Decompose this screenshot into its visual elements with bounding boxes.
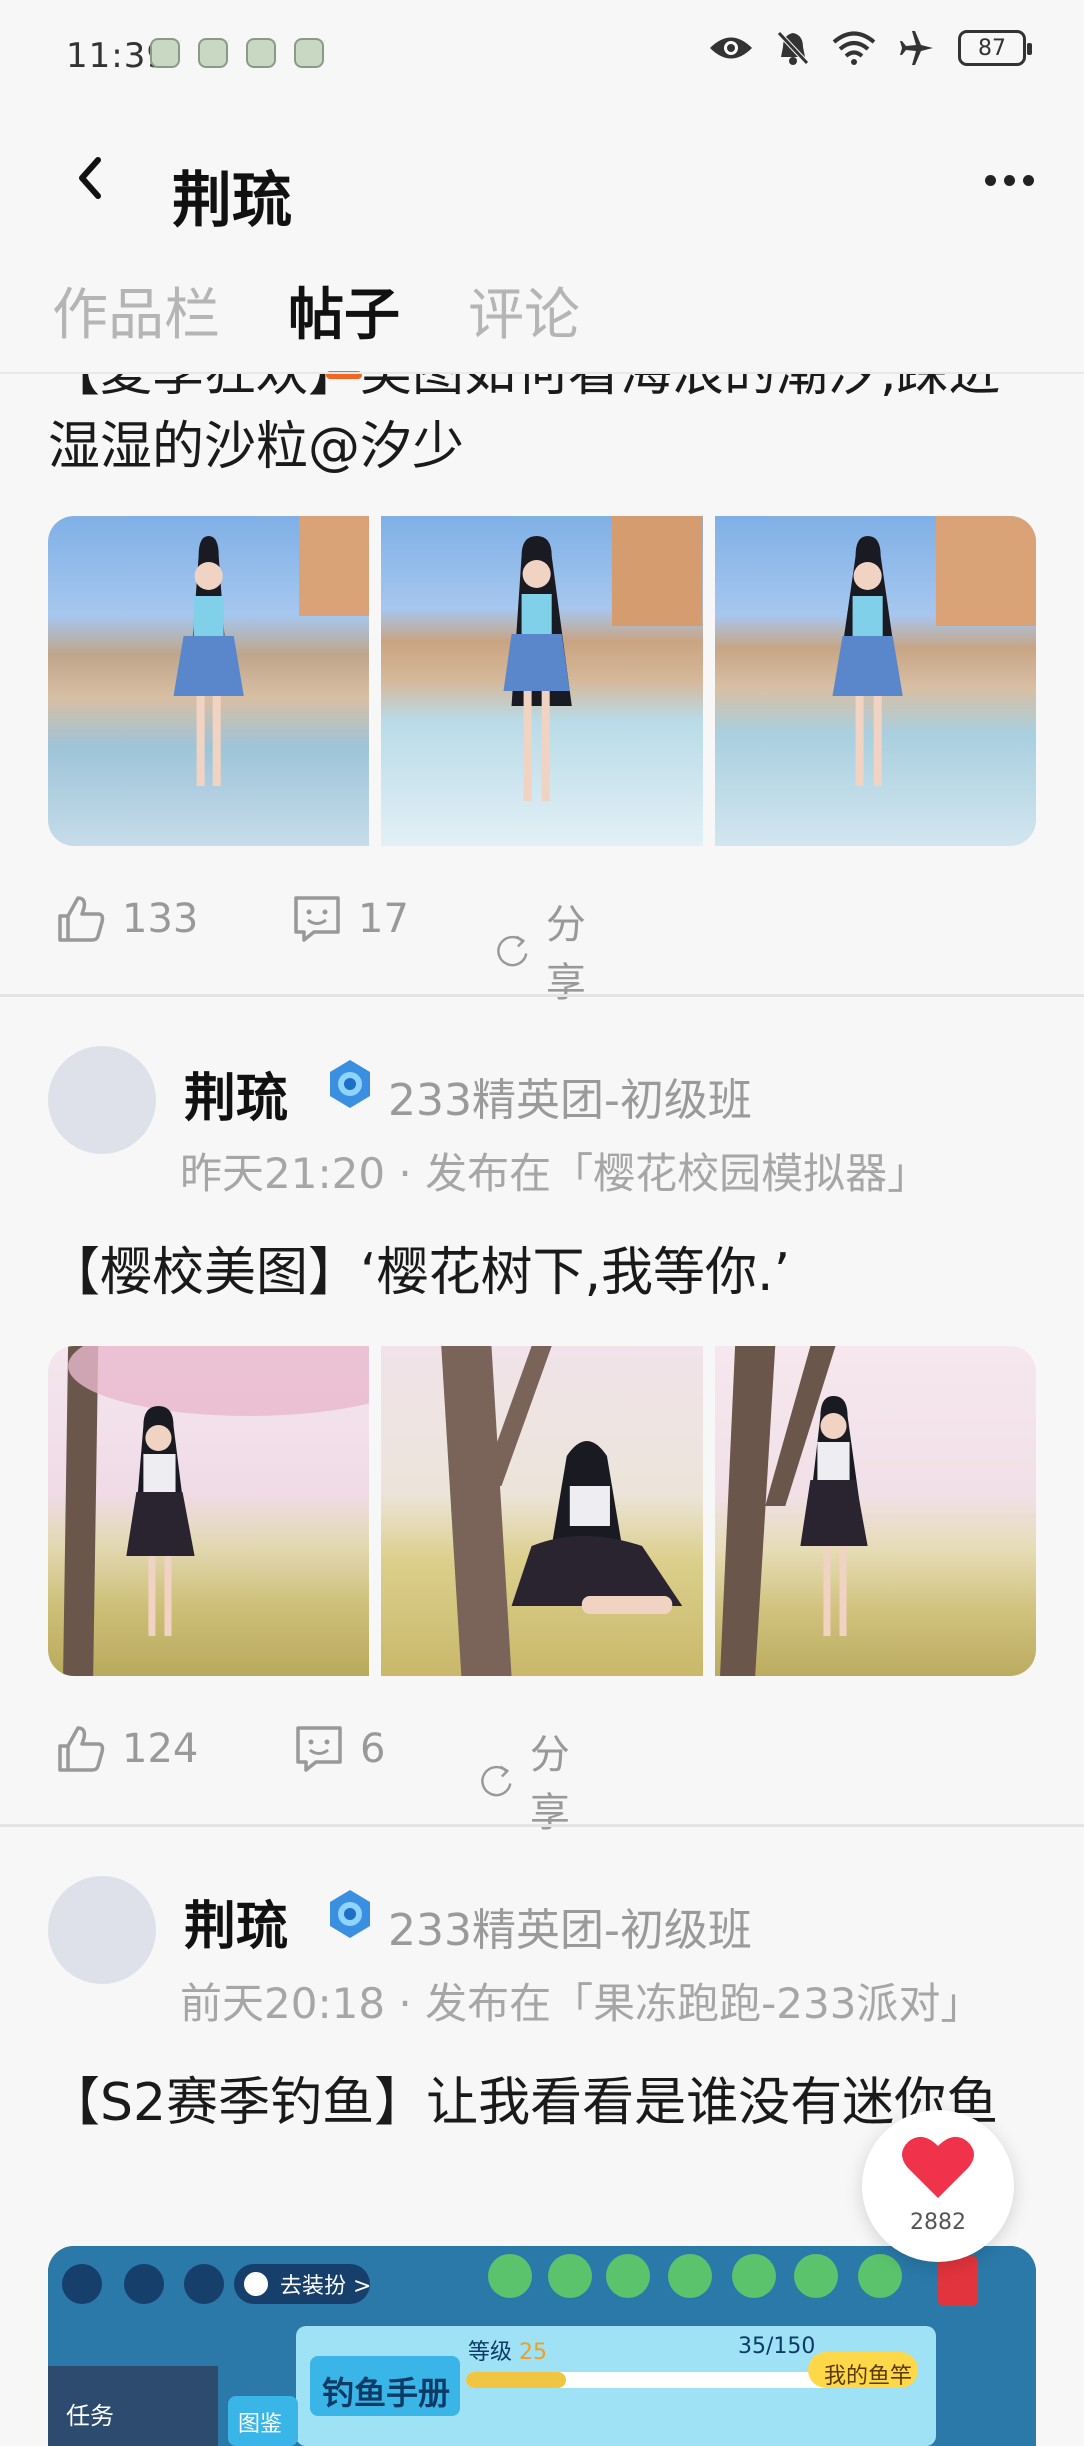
page-title: 荆琉 <box>172 166 292 236</box>
status-bar: 11:39 87 <box>0 0 1084 110</box>
post-image[interactable] <box>48 516 370 846</box>
chevron-left-icon <box>79 157 101 199</box>
airplane-icon <box>900 31 933 65</box>
author-name[interactable]: 荆琉 <box>184 1884 288 1959</box>
notification-icons <box>150 38 324 68</box>
post-meta[interactable]: 昨天21:20 · 发布在「樱花校园模拟器」 <box>180 1140 929 1201</box>
post-image[interactable] <box>714 516 1036 846</box>
tab-bar: 作品栏 帖子 评论 <box>52 270 648 379</box>
author-name[interactable]: 荆琉 <box>184 1056 288 1131</box>
app-notif-icon <box>246 38 276 68</box>
tab-posts[interactable]: 帖子 <box>288 270 400 379</box>
tab-works[interactable]: 作品栏 <box>52 270 220 351</box>
share-label: 分享 <box>545 902 586 1006</box>
post-image[interactable] <box>714 1346 1036 1676</box>
post-image-row <box>48 516 1036 846</box>
share-button[interactable]: 分享 <box>478 1722 586 1838</box>
avatar[interactable] <box>48 1046 156 1154</box>
floating-like-count: 2882 <box>910 2210 966 2235</box>
thumbs-up-icon <box>58 1726 105 1772</box>
post-meta[interactable]: 前天20:18 · 发布在「果冻跑跑-233派对」 <box>180 1970 982 2031</box>
more-button[interactable] <box>974 160 1044 200</box>
post-image[interactable] <box>381 516 703 846</box>
post-feed[interactable]: 【夏季狂欢】美图如何看海浪的潮汐,踩进湿湿的沙粒@汐少 133 17 分享 荆琉… <box>0 374 1084 2412</box>
header: 荆琉 <box>0 120 1084 240</box>
app-notif-icon <box>150 38 180 68</box>
post-image-row <box>48 1346 1036 1676</box>
avatar[interactable] <box>48 1876 156 1984</box>
share-icon <box>481 1765 512 1797</box>
share-button[interactable]: 分享 <box>494 892 602 1008</box>
post-image[interactable] <box>381 1346 703 1676</box>
more-dots-icon <box>984 174 996 186</box>
comment-icon <box>294 896 340 942</box>
game-handbook-title: 钓鱼手册 <box>322 2374 451 2412</box>
comment-button[interactable]: 6 <box>292 1722 385 1776</box>
battery-indicator: 87 <box>958 30 1032 66</box>
post-image[interactable] <box>48 1346 370 1676</box>
post-divider <box>0 994 1084 997</box>
game-level-label: 等级 25 <box>468 2340 548 2365</box>
app-notif-icon <box>198 38 228 68</box>
post-divider <box>0 1824 1084 1827</box>
like-count: 124 <box>122 1726 199 1772</box>
bell-off-icon <box>777 31 809 65</box>
badge-text: 233精英团-初级班 <box>388 1075 752 1126</box>
share-label: 分享 <box>529 1732 570 1836</box>
comment-button[interactable]: 17 <box>290 892 409 946</box>
back-button[interactable] <box>62 148 122 208</box>
badge-text: 233精英团-初级班 <box>388 1905 752 1956</box>
thumbs-up-icon <box>58 896 105 942</box>
game-task: 任务 <box>66 2402 114 2430</box>
badge-icon <box>330 1060 370 1108</box>
post-title[interactable]: 【樱校美图】‘樱花树下,我等你.’ <box>48 1236 1038 1310</box>
comment-count: 6 <box>360 1726 386 1772</box>
heart-icon <box>902 2136 974 2198</box>
post-title[interactable]: 【夏季狂欢】美图如何看海浪的潮汐,踩进湿湿的沙粒@汐少 <box>48 374 1038 484</box>
game-avatar-button: 去装扮 > <box>280 2274 372 2299</box>
comment-count: 17 <box>358 896 409 942</box>
like-count: 133 <box>122 896 199 942</box>
like-button[interactable]: 124 <box>54 1722 198 1776</box>
wifi-icon <box>832 31 876 65</box>
game-my-rod: 我的鱼竿 <box>824 2364 913 2389</box>
game-progress: 35/150 <box>738 2334 816 2359</box>
comment-icon <box>296 1726 342 1772</box>
tab-comments[interactable]: 评论 <box>468 270 580 351</box>
post-image[interactable]: 去装扮 > 钓鱼手册 等级 25 35/150 我的鱼竿 任务 图鉴 <box>48 2246 1036 2446</box>
share-icon <box>497 935 528 967</box>
tab-posts-label: 帖子 <box>288 283 400 348</box>
floating-like-button[interactable]: 2882 <box>862 2110 1014 2262</box>
app-notif-icon <box>294 38 324 68</box>
like-button[interactable]: 133 <box>54 892 198 946</box>
badge-icon <box>330 1890 370 1938</box>
post-title[interactable]: 【S2赛季钓鱼】让我看看是谁没有迷你鱼 <box>48 2066 1008 2140</box>
game-collection: 图鉴 <box>238 2412 283 2437</box>
eye-icon <box>710 37 752 59</box>
status-right: 87 <box>708 30 1032 66</box>
